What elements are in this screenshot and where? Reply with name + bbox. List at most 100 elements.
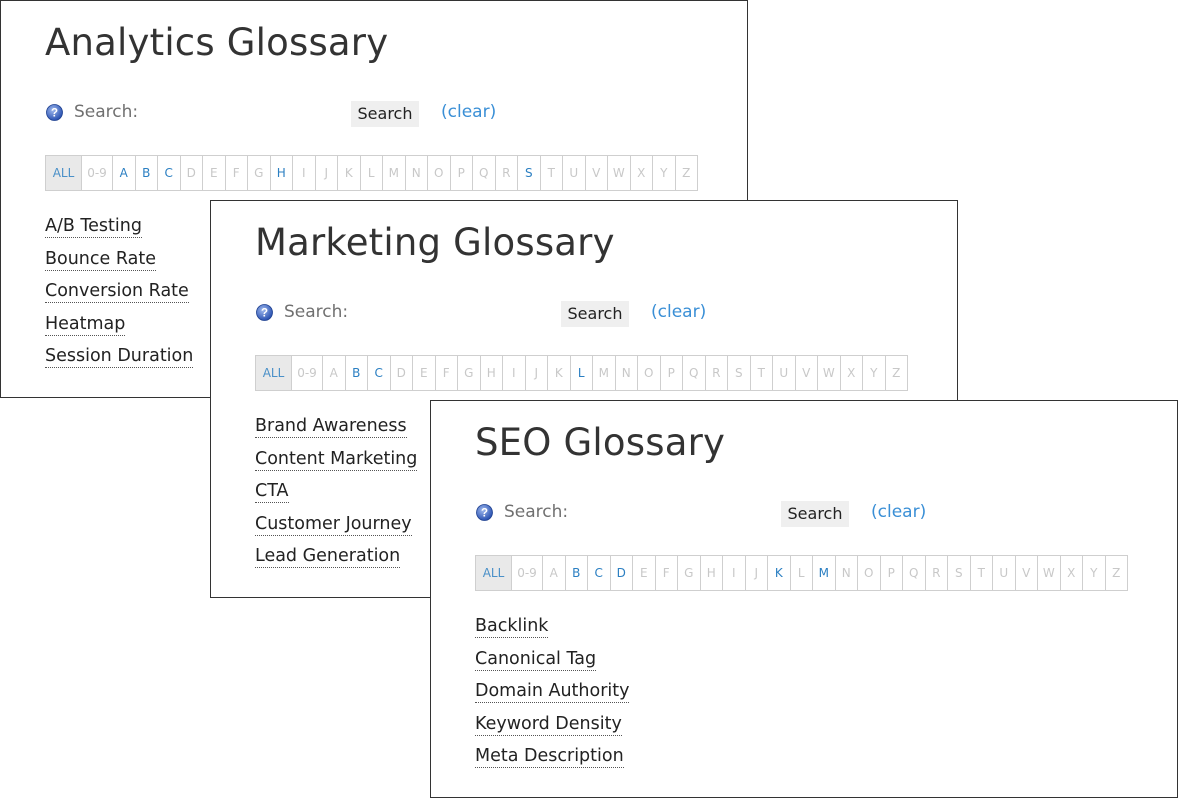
glossary-term-link[interactable]: Bounce Rate	[45, 248, 156, 271]
clear-link[interactable]: (clear)	[441, 102, 496, 122]
search-input[interactable]	[141, 101, 341, 125]
letter-filter-a[interactable]: A	[113, 156, 136, 190]
letter-filter-j[interactable]: J	[316, 156, 338, 190]
glossary-term-link[interactable]: Backlink	[475, 616, 549, 638]
letter-filter-t[interactable]: T	[541, 156, 563, 190]
glossary-term-link[interactable]: Conversion Rate	[45, 281, 189, 304]
letter-filter-r[interactable]: R	[926, 556, 948, 590]
help-question-icon[interactable]: ?	[46, 104, 63, 121]
letter-filter-k[interactable]: K	[768, 556, 791, 590]
letter-filter-c[interactable]: C	[588, 556, 611, 590]
letter-filter-t[interactable]: T	[751, 356, 773, 390]
letter-filter-a[interactable]: A	[323, 356, 346, 390]
letter-filter-b[interactable]: B	[346, 356, 368, 390]
letter-filter-e[interactable]: E	[633, 556, 656, 590]
letter-filter-u[interactable]: U	[563, 156, 586, 190]
help-question-icon[interactable]: ?	[256, 304, 273, 321]
glossary-term-link[interactable]: Brand Awareness	[255, 416, 407, 438]
letter-filter-0-9[interactable]: 0-9	[512, 556, 543, 590]
letter-filter-n[interactable]: N	[836, 556, 858, 590]
letter-filter-u[interactable]: U	[993, 556, 1016, 590]
letter-filter-h[interactable]: H	[271, 156, 293, 190]
letter-filter-k[interactable]: K	[338, 156, 361, 190]
letter-filter-b[interactable]: B	[566, 556, 588, 590]
letter-filter-all[interactable]: ALL	[46, 156, 82, 190]
glossary-term-link[interactable]: Domain Authority	[475, 681, 630, 704]
glossary-term-link[interactable]: Session Duration	[45, 346, 194, 369]
letter-filter-p[interactable]: P	[881, 556, 903, 590]
glossary-term-link[interactable]: Content Marketing	[255, 448, 418, 471]
help-question-icon[interactable]: ?	[476, 504, 493, 521]
letter-filter-v[interactable]: V	[586, 156, 608, 190]
letter-filter-s[interactable]: S	[948, 556, 971, 590]
glossary-term-link[interactable]: Canonical Tag	[475, 648, 597, 671]
letter-filter-o[interactable]: O	[428, 156, 451, 190]
letter-filter-o[interactable]: O	[638, 356, 661, 390]
search-button[interactable]: Search	[561, 301, 629, 327]
letter-filter-p[interactable]: P	[661, 356, 683, 390]
letter-filter-e[interactable]: E	[203, 156, 226, 190]
glossary-term-link[interactable]: Keyword Density	[475, 713, 622, 736]
letter-filter-m[interactable]: M	[593, 356, 616, 390]
letter-filter-all[interactable]: ALL	[256, 356, 292, 390]
letter-filter-n[interactable]: N	[616, 356, 638, 390]
glossary-term-link[interactable]: Meta Description	[475, 746, 624, 769]
letter-filter-z[interactable]: Z	[676, 156, 698, 190]
letter-filter-q[interactable]: Q	[903, 556, 926, 590]
letter-filter-y[interactable]: Y	[653, 156, 676, 190]
letter-filter-q[interactable]: Q	[683, 356, 706, 390]
letter-filter-x[interactable]: X	[1061, 556, 1083, 590]
letter-filter-i[interactable]: I	[723, 556, 746, 590]
letter-filter-e[interactable]: E	[413, 356, 436, 390]
letter-filter-f[interactable]: F	[226, 156, 248, 190]
glossary-term-link[interactable]: Heatmap	[45, 313, 126, 336]
glossary-term-link[interactable]: CTA	[255, 481, 289, 504]
letter-filter-h[interactable]: H	[481, 356, 503, 390]
letter-filter-0-9[interactable]: 0-9	[82, 156, 113, 190]
glossary-term-link[interactable]: Customer Journey	[255, 513, 412, 536]
letter-filter-y[interactable]: Y	[863, 356, 886, 390]
glossary-term-link[interactable]: Lead Generation	[255, 546, 401, 569]
letter-filter-l[interactable]: L	[361, 156, 383, 190]
search-input[interactable]	[571, 501, 771, 525]
letter-filter-f[interactable]: F	[436, 356, 458, 390]
letter-filter-j[interactable]: J	[746, 556, 768, 590]
letter-filter-b[interactable]: B	[136, 156, 158, 190]
letter-filter-m[interactable]: M	[813, 556, 836, 590]
search-input[interactable]	[351, 301, 551, 325]
letter-filter-h[interactable]: H	[701, 556, 723, 590]
letter-filter-g[interactable]: G	[248, 156, 271, 190]
letter-filter-x[interactable]: X	[631, 156, 653, 190]
letter-filter-d[interactable]: D	[181, 156, 203, 190]
letter-filter-all[interactable]: ALL	[476, 556, 512, 590]
letter-filter-w[interactable]: W	[608, 156, 631, 190]
letter-filter-w[interactable]: W	[818, 356, 841, 390]
letter-filter-g[interactable]: G	[678, 556, 701, 590]
letter-filter-z[interactable]: Z	[886, 356, 908, 390]
letter-filter-t[interactable]: T	[971, 556, 993, 590]
letter-filter-n[interactable]: N	[406, 156, 428, 190]
letter-filter-v[interactable]: V	[1016, 556, 1038, 590]
letter-filter-f[interactable]: F	[656, 556, 678, 590]
letter-filter-0-9[interactable]: 0-9	[292, 356, 323, 390]
search-button[interactable]: Search	[351, 101, 419, 127]
glossary-term-link[interactable]: A/B Testing	[45, 216, 142, 238]
letter-filter-l[interactable]: L	[571, 356, 593, 390]
letter-filter-k[interactable]: K	[548, 356, 571, 390]
letter-filter-j[interactable]: J	[526, 356, 548, 390]
letter-filter-x[interactable]: X	[841, 356, 863, 390]
letter-filter-i[interactable]: I	[503, 356, 526, 390]
letter-filter-d[interactable]: D	[611, 556, 633, 590]
letter-filter-c[interactable]: C	[368, 356, 391, 390]
letter-filter-s[interactable]: S	[518, 156, 541, 190]
letter-filter-c[interactable]: C	[158, 156, 181, 190]
letter-filter-g[interactable]: G	[458, 356, 481, 390]
letter-filter-r[interactable]: R	[496, 156, 518, 190]
letter-filter-m[interactable]: M	[383, 156, 406, 190]
letter-filter-w[interactable]: W	[1038, 556, 1061, 590]
letter-filter-o[interactable]: O	[858, 556, 881, 590]
letter-filter-i[interactable]: I	[293, 156, 316, 190]
clear-link[interactable]: (clear)	[651, 302, 706, 322]
letter-filter-z[interactable]: Z	[1106, 556, 1128, 590]
letter-filter-d[interactable]: D	[391, 356, 413, 390]
